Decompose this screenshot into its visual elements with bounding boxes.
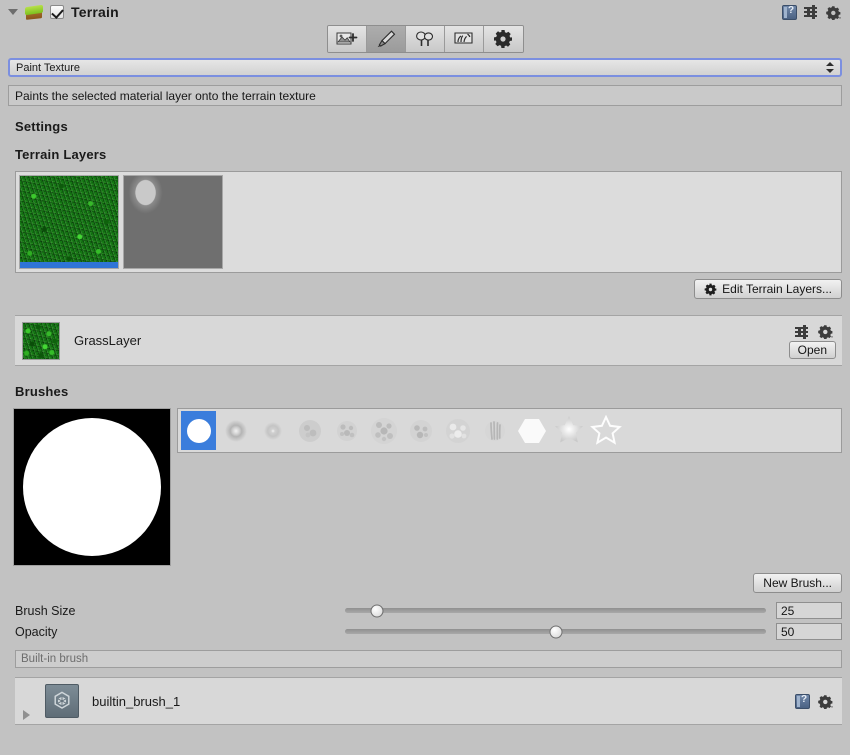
brush-speckle-3[interactable]	[403, 411, 438, 450]
tool-dropdown-value: Paint Texture	[16, 61, 81, 74]
gear-icon[interactable]	[818, 694, 834, 709]
preset-icon[interactable]	[804, 5, 819, 19]
selected-layer-name: GrassLayer	[74, 333, 142, 348]
settings-header: Settings	[15, 119, 68, 134]
brushes-header: Brushes	[15, 384, 69, 399]
help-icon[interactable]	[782, 4, 797, 20]
asset-expand-triangle-icon[interactable]	[23, 710, 30, 720]
terrain-tool-toolbar-wrapper	[0, 25, 850, 53]
brush-hexagon[interactable]	[514, 411, 549, 450]
opacity-slider-handle[interactable]	[549, 625, 562, 638]
header-icon-group	[782, 4, 844, 20]
open-layer-label: Open	[797, 343, 827, 357]
brush-ring-soft[interactable]	[218, 411, 253, 450]
selected-layer-icon-group	[795, 324, 836, 339]
builtin-brush-text: Built-in brush	[21, 653, 89, 665]
new-brush-row: New Brush...	[0, 573, 842, 593]
brush-area	[13, 408, 842, 566]
brush-preview	[13, 408, 171, 566]
tool-dropdown[interactable]: Paint Texture	[8, 58, 842, 77]
opacity-input[interactable]: 50	[776, 623, 842, 640]
brush-star-soft[interactable]	[551, 411, 586, 450]
brush-size-slider-handle[interactable]	[370, 604, 384, 617]
opacity-label: Opacity	[15, 624, 58, 639]
terrain-layers-panel	[15, 171, 842, 273]
brush-size-slider[interactable]	[345, 604, 766, 617]
preset-icon[interactable]	[795, 324, 810, 339]
opacity-row: Opacity 50	[15, 622, 842, 641]
brush-size-row: Brush Size 25	[15, 601, 842, 620]
brush-speckle-1[interactable]	[329, 411, 364, 450]
brush-list	[177, 408, 842, 453]
open-layer-button[interactable]: Open	[788, 341, 836, 359]
paint-terrain-button[interactable]	[366, 26, 406, 52]
terrain-layers-header: Terrain Layers	[15, 147, 107, 162]
gear-icon[interactable]	[826, 5, 842, 20]
terrain-settings-button[interactable]	[483, 26, 523, 52]
edit-terrain-layers-label: Edit Terrain Layers...	[722, 282, 832, 296]
brush-size-input[interactable]: 25	[776, 602, 842, 619]
edit-terrain-layers-button[interactable]: Edit Terrain Layers...	[694, 279, 842, 299]
foldout-triangle-icon[interactable]	[8, 9, 18, 15]
terrain-layer-thumbnail-grass[interactable]	[19, 175, 119, 269]
tool-description-text: Paints the selected material layer onto …	[15, 88, 316, 103]
terrain-component-icon	[25, 4, 44, 21]
brush-speckle-2[interactable]	[366, 411, 401, 450]
paint-details-button[interactable]	[444, 26, 484, 52]
gear-icon[interactable]	[818, 324, 834, 339]
brush-preview-shape	[23, 418, 161, 556]
help-icon[interactable]	[795, 693, 810, 709]
brush-dot-soft[interactable]	[255, 411, 290, 450]
new-brush-button[interactable]: New Brush...	[753, 573, 842, 593]
paint-trees-button[interactable]	[405, 26, 445, 52]
terrain-enabled-checkbox[interactable]	[50, 5, 64, 19]
brush-star-outline[interactable]	[588, 411, 623, 450]
terrain-tool-toolbar	[326, 25, 524, 53]
brush-size-label: Brush Size	[15, 603, 76, 618]
brush-asset-card: builtin_brush_1	[15, 677, 842, 725]
brush-streak[interactable]	[477, 411, 512, 450]
brush-blob-1[interactable]	[292, 411, 327, 450]
opacity-slider[interactable]	[345, 625, 766, 638]
component-header: Terrain	[0, 0, 850, 24]
selected-layer-thumbnail[interactable]	[22, 321, 60, 360]
brush-asset-name: builtin_brush_1	[92, 693, 181, 709]
selected-layer-actions: Open	[788, 322, 836, 359]
new-brush-label: New Brush...	[763, 576, 832, 590]
brush-asset-icon-group	[795, 693, 836, 709]
builtin-brush-field[interactable]: Built-in brush	[15, 650, 842, 668]
brush-cloud[interactable]	[440, 411, 475, 450]
edit-terrain-layers-row: Edit Terrain Layers...	[0, 279, 842, 299]
chevron-updown-icon	[825, 61, 834, 74]
gear-icon	[704, 283, 717, 296]
terrain-layer-thumbnail-cobblestone[interactable]	[123, 175, 223, 269]
page-title: Terrain	[71, 4, 119, 20]
brush-soft-circle[interactable]	[181, 411, 216, 450]
create-neighbor-terrains-button[interactable]	[327, 26, 367, 52]
selected-layer-card: GrassLayer Open	[15, 315, 842, 366]
unity-logo-icon	[45, 684, 79, 718]
tool-description: Paints the selected material layer onto …	[8, 85, 842, 106]
